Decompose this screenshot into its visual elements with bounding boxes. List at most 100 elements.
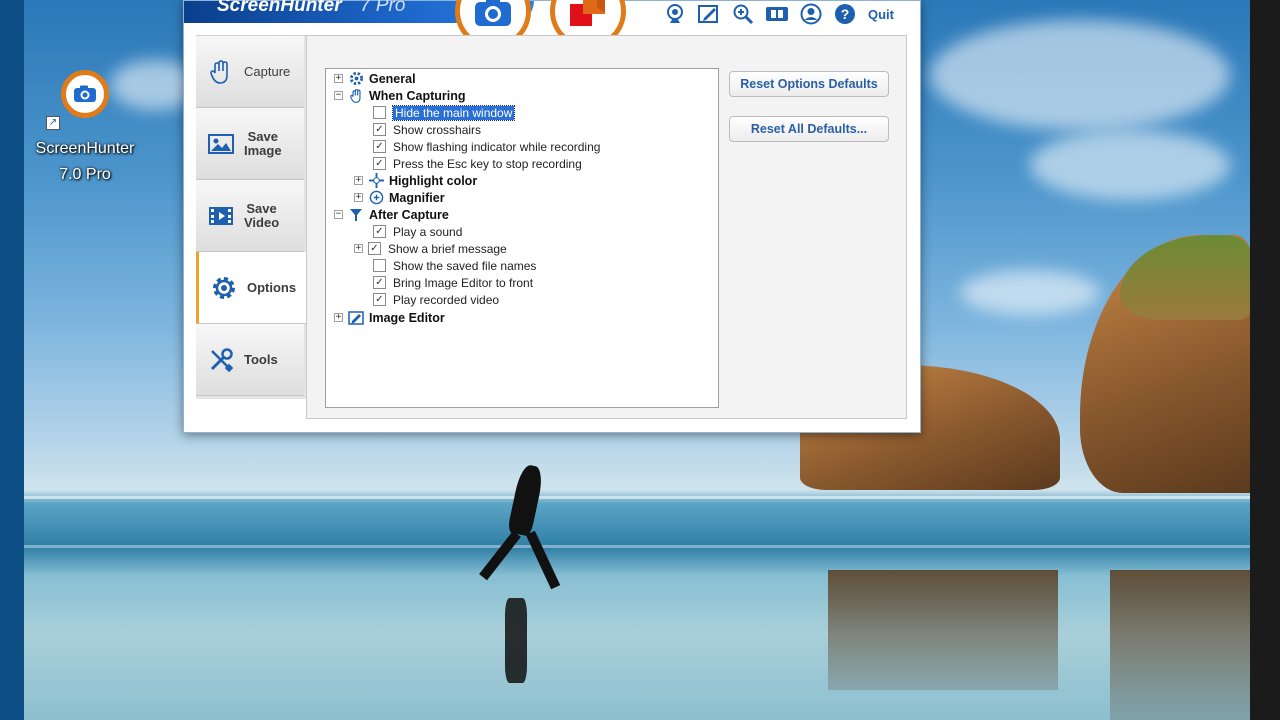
sidebar-item-label: Tools [244, 351, 278, 367]
zoom-icon[interactable] [730, 2, 756, 26]
sidebar-item-save-video[interactable]: Save Video [196, 180, 304, 252]
tree-group-label: Magnifier [389, 190, 445, 205]
expand-icon[interactable]: + [354, 244, 363, 253]
sidebar-item-label: Options [247, 279, 297, 295]
user-icon[interactable] [798, 2, 824, 26]
shortcut-label-line2: 7.0 Pro [59, 166, 111, 183]
wave-line [24, 545, 1250, 548]
film-icon[interactable] [764, 2, 790, 26]
sidebar-item-save-image[interactable]: Save Image [196, 108, 304, 180]
checkbox-checked[interactable]: ✓ [373, 293, 386, 306]
collapse-icon[interactable]: − [334, 91, 343, 100]
option-label: Show the saved file names [393, 258, 537, 273]
tree-group-label: After Capture [369, 207, 449, 222]
runner-leg [479, 530, 521, 581]
right-bar [1250, 0, 1280, 720]
option-label: Show crosshairs [393, 122, 482, 137]
edit-icon[interactable] [696, 2, 722, 26]
cloud [960, 270, 1100, 315]
camera-icon [61, 70, 109, 118]
gear-icon [348, 71, 364, 87]
tree-group-general[interactable]: + General [334, 70, 416, 87]
option-label: Show flashing indicator while recording [393, 139, 601, 154]
tree-group-highlight-color[interactable]: + Highlight color [354, 172, 477, 189]
help-icon[interactable]: ? [832, 2, 858, 26]
webcam-icon[interactable] [662, 2, 688, 26]
tree-group-when-capturing[interactable]: − When Capturing [334, 87, 466, 104]
rock-vegetation [1120, 235, 1250, 320]
tree-group-magnifier[interactable]: + Magnifier [354, 189, 445, 206]
runner-silhouette [506, 463, 546, 537]
camera-icon [475, 0, 511, 26]
record-video-icon [570, 0, 605, 26]
screenhunter-window: ScreenHunter 7 Pro ? Quit Capture Save I… [183, 0, 921, 433]
tree-group-label: When Capturing [369, 88, 466, 103]
option-show-saved-file-names[interactable]: Show the saved file names [373, 257, 536, 274]
cloud [1030, 130, 1230, 200]
left-bar [0, 0, 24, 720]
option-label: Play recorded video [393, 292, 500, 307]
checkbox-checked[interactable]: ✓ [373, 225, 386, 238]
funnel-icon [348, 207, 364, 223]
sidebar-item-label: Save Image [244, 128, 282, 158]
option-play-sound[interactable]: ✓ Play a sound [373, 223, 462, 240]
crosshair-icon [368, 173, 384, 189]
checkbox-checked[interactable]: ✓ [373, 276, 386, 289]
option-label: Show a brief message [388, 241, 507, 256]
runner-reflection [505, 598, 527, 683]
checkbox-checked[interactable]: ✓ [373, 123, 386, 136]
option-hide-main-window[interactable]: Hide the main window [373, 104, 516, 121]
option-show-brief-message[interactable]: + ✓ Show a brief message [354, 240, 507, 257]
sidebar-item-label: Save Video [244, 200, 280, 230]
video-icon [206, 201, 236, 231]
tree-group-label: Image Editor [369, 310, 445, 325]
expand-icon[interactable]: + [354, 193, 363, 202]
image-editor-icon [348, 310, 364, 326]
desktop-shortcut-screenhunter[interactable]: ↗ ScreenHunter 7.0 Pro [26, 70, 144, 188]
expand-icon[interactable]: + [354, 176, 363, 185]
option-label: Play a sound [393, 224, 463, 239]
runner-leg [525, 530, 561, 590]
option-press-esc[interactable]: ✓ Press the Esc key to stop recording [373, 155, 582, 172]
expand-icon[interactable]: + [334, 313, 343, 322]
app-edition: 7 Pro [360, 0, 406, 16]
hand-icon [348, 88, 364, 104]
sidebar: Capture Save Image Save Video Options To… [196, 35, 306, 399]
sidebar-item-tools[interactable]: Tools [196, 324, 304, 396]
tree-group-label: Highlight color [389, 173, 478, 188]
tree-group-label: General [369, 71, 416, 86]
collapse-icon[interactable]: − [334, 210, 343, 219]
checkbox-unchecked[interactable] [373, 106, 386, 119]
reset-options-defaults-button[interactable]: Reset Options Defaults [729, 71, 889, 97]
cloud [930, 20, 1230, 130]
option-show-flashing-indicator[interactable]: ✓ Show flashing indicator while recordin… [373, 138, 600, 155]
option-show-crosshairs[interactable]: ✓ Show crosshairs [373, 121, 481, 138]
wave-line [24, 496, 1250, 499]
svg-text:?: ? [841, 6, 850, 22]
tree-group-after-capture[interactable]: − After Capture [334, 206, 449, 223]
gear-icon [209, 273, 239, 303]
options-tree[interactable]: + General − When Capturing Hide the main… [325, 68, 719, 408]
expand-icon[interactable]: + [334, 74, 343, 83]
checkbox-checked[interactable]: ✓ [373, 157, 386, 170]
option-play-recorded-video[interactable]: ✓ Play recorded video [373, 291, 499, 308]
toolbar: ? Quit [662, 2, 894, 26]
checkbox-unchecked[interactable] [373, 259, 386, 272]
rock-reflection [828, 570, 1058, 690]
app-title: ScreenHunter [217, 0, 342, 16]
shortcut-label: ScreenHunter 7.0 Pro [26, 136, 144, 188]
checkbox-checked[interactable]: ✓ [368, 242, 381, 255]
checkbox-checked[interactable]: ✓ [373, 140, 386, 153]
hand-icon [206, 57, 236, 87]
option-bring-image-editor[interactable]: ✓ Bring Image Editor to front [373, 274, 533, 291]
quit-button[interactable]: Quit [868, 7, 894, 22]
rock-reflection [1110, 570, 1250, 720]
sidebar-item-capture[interactable]: Capture [196, 36, 304, 108]
magnifier-icon [368, 190, 384, 206]
options-panel: + General − When Capturing Hide the main… [306, 35, 907, 419]
tools-icon [206, 345, 236, 375]
tree-group-image-editor[interactable]: + Image Editor [334, 309, 445, 326]
sidebar-item-options[interactable]: Options [196, 252, 306, 324]
option-label: Press the Esc key to stop recording [393, 156, 582, 171]
reset-all-defaults-button[interactable]: Reset All Defaults... [729, 116, 889, 142]
